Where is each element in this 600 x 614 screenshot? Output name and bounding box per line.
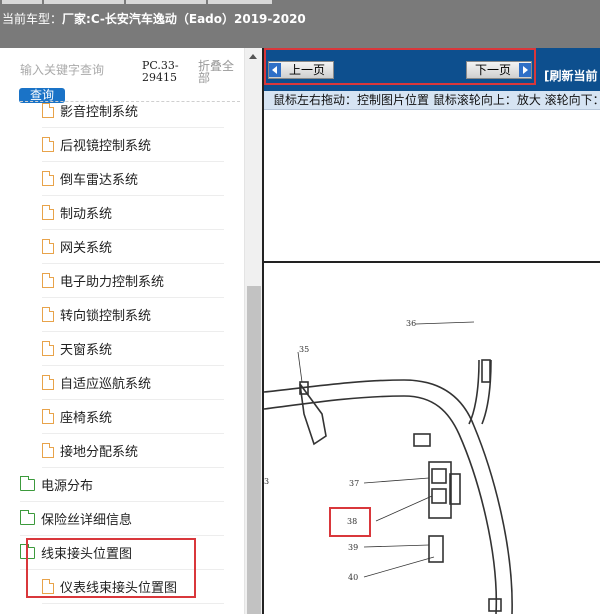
folder-icon <box>20 509 35 525</box>
tree-item[interactable]: 自适应巡航系统 <box>42 366 224 400</box>
current-model-name: 厂家:C-长安汽车逸动（Eado）2019-2020 <box>62 12 306 26</box>
tree-item-label: 电源分布 <box>41 479 94 494</box>
callout-label: 35 <box>299 345 309 354</box>
tree-item[interactable]: 网关系统 <box>42 230 224 264</box>
file-icon <box>42 307 54 322</box>
file-icon <box>42 205 54 220</box>
highlight-box <box>264 48 536 85</box>
tab-strip <box>0 0 600 4</box>
file-icon <box>42 273 54 288</box>
tree-item-label: 座椅系统 <box>60 411 113 426</box>
file-icon <box>42 239 54 254</box>
sidebar: 查询 PC.33-29415 折叠全部 影音控制系统 后视镜控制系统 倒车雷达系… <box>0 48 262 614</box>
sidebar-scrollbar[interactable] <box>244 48 262 614</box>
file-icon <box>42 103 54 118</box>
current-model-label: 当前车型： <box>2 12 63 26</box>
search-area: 查询 <box>18 60 140 103</box>
tree-item-label: 后视镜控制系统 <box>60 139 152 154</box>
tree-item-label: 网关系统 <box>60 241 113 256</box>
current-model: 当前车型：厂家:C-长安汽车逸动（Eado）2019-2020 <box>2 10 306 27</box>
tree-item[interactable]: 天窗系统 <box>42 332 224 366</box>
scroll-up-arrow-icon[interactable] <box>249 54 257 59</box>
callout-label: 36 <box>406 319 416 328</box>
callout-label: 38 <box>347 517 357 526</box>
tree-item[interactable]: 电子助力控制系统 <box>42 264 224 298</box>
callout-label: 39 <box>348 543 358 552</box>
tree-item-label: 电子助力控制系统 <box>60 275 165 290</box>
tree-item-label: 影音控制系统 <box>60 105 139 120</box>
file-icon <box>42 375 54 390</box>
tree-item[interactable]: 座椅系统 <box>42 400 224 434</box>
divider <box>264 261 600 263</box>
file-icon <box>42 409 54 424</box>
tree-item-label: 接地分配系统 <box>60 445 139 460</box>
diagram-viewer: 上一页 下一页 [刷新当前 鼠标左右拖动：控制图片位置 鼠标滚轮向上：放大 滚轮… <box>262 48 600 614</box>
pc-code: PC.33-29415 <box>142 59 179 84</box>
collapse-all-link[interactable]: 折叠全部 <box>198 60 240 84</box>
tree-item-label: 转向锁控制系统 <box>60 309 152 324</box>
usage-hint: 鼠标左右拖动：控制图片位置 鼠标滚轮向上：放大 滚轮向下： <box>264 91 600 110</box>
tree-item[interactable]: 转向锁控制系统 <box>42 298 224 332</box>
file-icon <box>42 171 54 186</box>
search-input[interactable] <box>18 60 138 80</box>
wiring-diagram[interactable]: 36 35 37 38 39 40 3 <box>264 264 600 614</box>
tree-folder[interactable]: 保险丝详细信息 <box>20 502 224 536</box>
tree-item[interactable]: 影音控制系统 <box>42 94 224 128</box>
file-icon <box>42 137 54 152</box>
refresh-link[interactable]: [刷新当前 <box>544 67 598 84</box>
tree-folder[interactable]: 电源分布 <box>20 468 224 502</box>
highlight-box <box>26 538 196 598</box>
tree-item-label: 制动系统 <box>60 207 113 222</box>
scroll-thumb[interactable] <box>247 286 261 614</box>
tree-item[interactable]: 后视镜控制系统 <box>42 128 224 162</box>
callout-label: 40 <box>348 573 358 582</box>
header-bar: 当前车型：厂家:C-长安汽车逸动（Eado）2019-2020 <box>0 0 600 48</box>
callout-label: 37 <box>349 479 359 488</box>
file-icon <box>42 443 54 458</box>
tree-item-label: 天窗系统 <box>60 343 113 358</box>
folder-icon <box>20 475 35 491</box>
tree-item[interactable]: 倒车雷达系统 <box>42 162 224 196</box>
tree-item[interactable]: 接地分配系统 <box>42 434 224 468</box>
tree-item-label: 保险丝详细信息 <box>41 513 133 528</box>
tree-item-label: 自适应巡航系统 <box>60 377 152 392</box>
tree-item[interactable]: 制动系统 <box>42 196 224 230</box>
file-icon <box>42 341 54 356</box>
tree-item-label: 倒车雷达系统 <box>60 173 139 188</box>
callout-label: 3 <box>264 477 269 486</box>
